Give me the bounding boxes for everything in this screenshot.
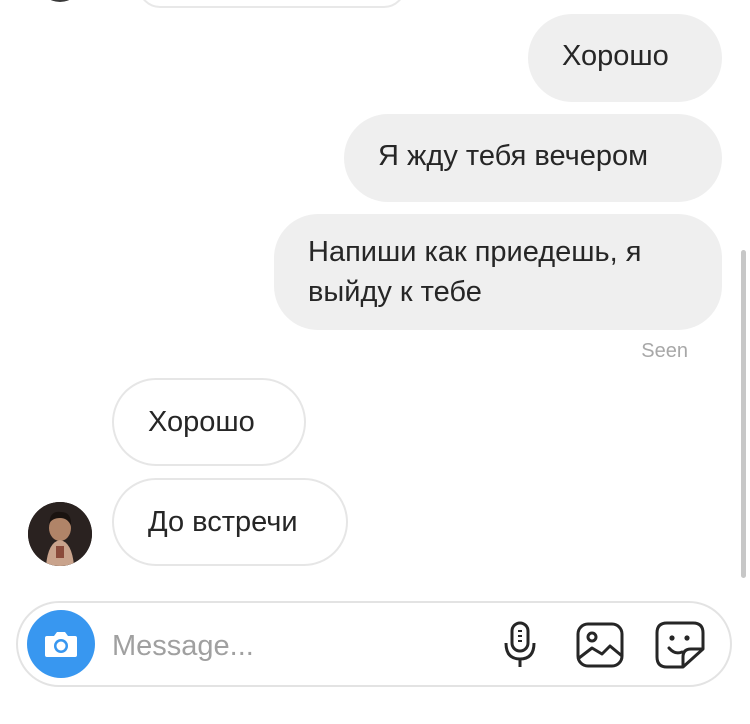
message-text: До встречи (148, 506, 298, 538)
avatar[interactable] (28, 502, 92, 566)
message-bubble-fragment (138, 0, 406, 8)
outgoing-message-bubble[interactable]: Напиши как приедешь, я выйду к тебе (274, 214, 722, 330)
microphone-button[interactable] (494, 619, 546, 671)
message-text: Хорошо (148, 406, 255, 438)
message-thread: Хорошо Я жду тебя вечером Напиши как при… (0, 0, 750, 600)
scrollbar[interactable] (741, 250, 746, 578)
message-text-line: выйду к тебе (308, 276, 482, 308)
camera-button[interactable] (27, 610, 95, 678)
incoming-message-bubble[interactable]: До встречи (112, 478, 348, 566)
gallery-button[interactable] (574, 619, 626, 671)
avatar-image (28, 502, 92, 566)
message-text: Хорошо (562, 40, 669, 72)
message-text-line: Напиши как приедешь, я (308, 236, 642, 268)
message-text: Я жду тебя вечером (378, 140, 649, 172)
gallery-icon (576, 622, 624, 668)
message-input[interactable] (110, 623, 474, 669)
outgoing-message-bubble[interactable]: Хорошо (528, 14, 722, 102)
camera-icon (45, 632, 77, 657)
sticker-button[interactable] (654, 619, 706, 671)
seen-status: Seen (641, 340, 688, 362)
microphone-icon (504, 621, 536, 667)
incoming-message-bubble[interactable]: Хорошо (112, 378, 306, 466)
sticker-icon (655, 621, 705, 669)
outgoing-message-bubble[interactable]: Я жду тебя вечером (344, 114, 722, 202)
message-composer (16, 601, 732, 687)
avatar-fragment (40, 0, 80, 2)
